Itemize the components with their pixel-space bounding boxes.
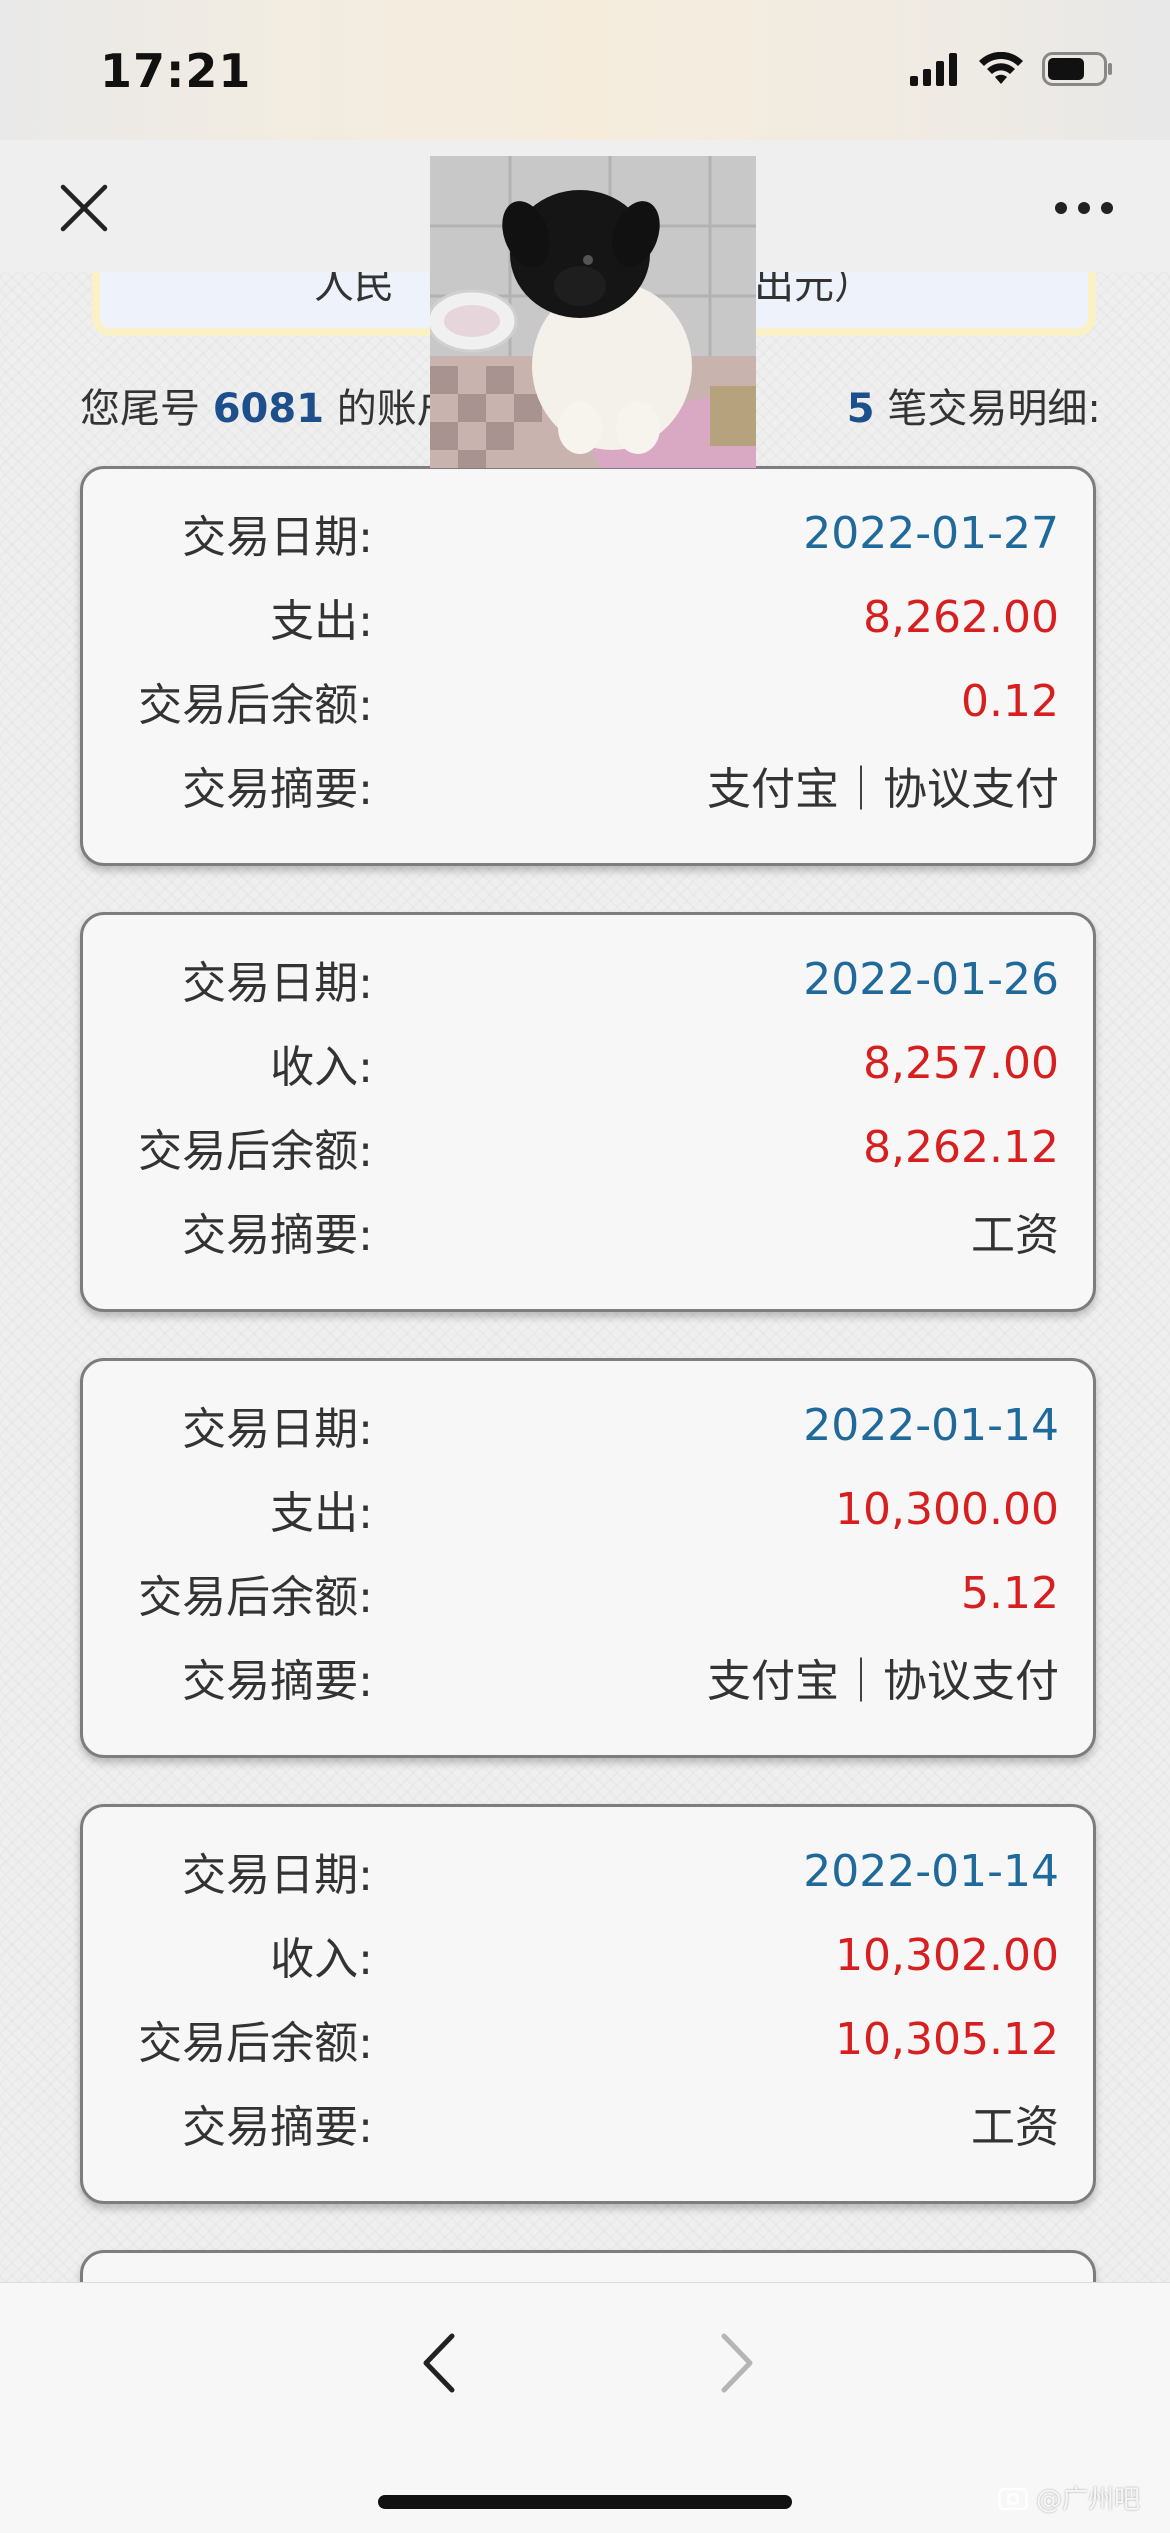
type-label: 支出:	[270, 1488, 373, 1539]
transaction-card[interactable]	[80, 2250, 1096, 2282]
puppy-photo	[430, 156, 756, 468]
transaction-amount: 10,302.00	[835, 1929, 1059, 1981]
balance-row: 交易后余额: 8,262.12	[83, 1105, 1093, 1189]
type-label: 支出:	[270, 596, 373, 647]
balance-row: 交易后余额: 5.12	[83, 1551, 1093, 1635]
forward-button[interactable]	[696, 2319, 776, 2407]
memo-label: 交易摘要:	[182, 1210, 373, 1261]
more-horizontal-icon	[1055, 202, 1113, 214]
status-icons	[910, 52, 1114, 86]
weibo-camera-icon	[998, 2487, 1028, 2510]
type-label: 收入:	[270, 1042, 373, 1093]
date-label: 交易日期:	[182, 512, 373, 563]
transaction-amount: 10,300.00	[835, 1483, 1059, 1535]
type-label: 收入:	[270, 1934, 373, 1985]
amount-row: 支出: 10,300.00	[83, 1467, 1093, 1551]
memo-label: 交易摘要:	[182, 2102, 373, 2153]
amount-row: 收入: 8,257.00	[83, 1021, 1093, 1105]
notice-text-right: 出元）	[754, 272, 874, 308]
watermark: @广州吧	[998, 2479, 1140, 2516]
balance-after: 0.12	[961, 675, 1059, 727]
memo-row: 交易摘要: 支付宝｜协议支付	[83, 743, 1093, 827]
transaction-card[interactable]: 交易日期: 2022-01-14 收入: 10,302.00 交易后余额: 10…	[80, 1804, 1096, 2204]
close-button[interactable]	[52, 176, 116, 240]
bottom-toolbar: @广州吧	[0, 2282, 1170, 2533]
transaction-memo: 支付宝｜协议支付	[707, 1656, 1059, 1707]
balance-row: 交易后余额: 0.12	[83, 659, 1093, 743]
battery-icon	[1042, 52, 1112, 86]
transaction-card[interactable]: 交易日期: 2022-01-27 支出: 8,262.00 交易后余额: 0.1…	[80, 466, 1096, 866]
balance-after: 10,305.12	[835, 2013, 1059, 2065]
memo-label: 交易摘要:	[182, 764, 373, 815]
transaction-memo: 支付宝｜协议支付	[707, 764, 1059, 815]
memo-label: 交易摘要:	[182, 1656, 373, 1707]
puppy-illustration	[430, 156, 756, 468]
transaction-card[interactable]: 交易日期: 2022-01-26 收入: 8,257.00 交易后余额: 8,2…	[80, 912, 1096, 1312]
status-time: 17:21	[100, 44, 252, 98]
date-label: 交易日期:	[182, 1850, 373, 1901]
amount-row: 支出: 8,262.00	[83, 575, 1093, 659]
home-indicator[interactable]	[378, 2495, 792, 2509]
transaction-date: 2022-01-27	[803, 507, 1059, 559]
balance-label: 交易后余额:	[138, 1126, 373, 1177]
transaction-list-page: 人民 出元） 您尾号 6081 的账户 5 笔交易明细: 交易日期: 2022-01…	[0, 272, 1170, 2282]
memo-row: 交易摘要: 工资	[83, 2081, 1093, 2165]
date-row: 交易日期: 2022-01-27	[83, 491, 1093, 575]
balance-after: 5.12	[961, 1567, 1059, 1619]
notice-text-left: 人民	[314, 272, 394, 308]
balance-label: 交易后余额:	[138, 1572, 373, 1623]
close-icon	[60, 184, 108, 232]
transaction-count: 5	[846, 386, 875, 432]
transaction-card[interactable]: 交易日期: 2022-01-14 支出: 10,300.00 交易后余额: 5.…	[80, 1358, 1096, 1758]
account-tail-number: 6081	[212, 386, 325, 432]
transaction-memo: 工资	[971, 1210, 1059, 1261]
amount-row: 收入: 10,302.00	[83, 1913, 1093, 1997]
cellular-signal-icon	[910, 53, 957, 86]
chevron-right-icon	[721, 2333, 753, 2393]
balance-label: 交易后余额:	[138, 2018, 373, 2069]
date-row: 交易日期: 2022-01-14	[83, 1829, 1093, 1913]
chevron-left-icon	[423, 2333, 455, 2393]
balance-after: 8,262.12	[863, 1121, 1059, 1173]
summary-prefix: 您尾号	[80, 386, 200, 432]
transaction-date: 2022-01-14	[803, 1399, 1059, 1451]
date-label: 交易日期:	[182, 1404, 373, 1455]
date-label: 交易日期:	[182, 958, 373, 1009]
date-row: 交易日期: 2022-01-14	[83, 1383, 1093, 1467]
transaction-memo: 工资	[971, 2102, 1059, 2153]
balance-label: 交易后余额:	[138, 680, 373, 731]
memo-row: 交易摘要: 支付宝｜协议支付	[83, 1635, 1093, 1719]
transaction-amount: 8,262.00	[863, 591, 1059, 643]
transaction-date: 2022-01-26	[803, 953, 1059, 1005]
back-button[interactable]	[400, 2319, 480, 2407]
date-row: 交易日期: 2022-01-26	[83, 937, 1093, 1021]
watermark-text: @广州吧	[1035, 2485, 1140, 2515]
wifi-icon	[979, 52, 1023, 84]
more-button[interactable]	[1044, 176, 1124, 240]
summary-suffix: 笔交易明细:	[887, 386, 1101, 432]
transaction-date: 2022-01-14	[803, 1845, 1059, 1897]
transaction-amount: 8,257.00	[863, 1037, 1059, 1089]
status-bar: 17:21	[0, 0, 1170, 140]
balance-row: 交易后余额: 10,305.12	[83, 1997, 1093, 2081]
memo-row: 交易摘要: 工资	[83, 1189, 1093, 1273]
